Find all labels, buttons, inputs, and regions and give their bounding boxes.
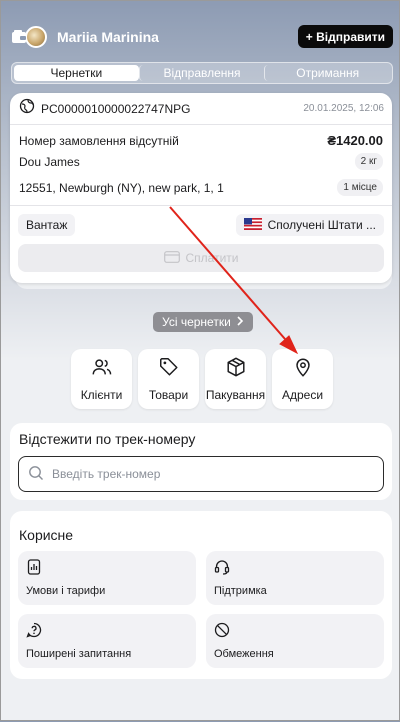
- cargo-type-chip: Вантаж: [18, 214, 76, 236]
- useful-title: Корисне: [19, 527, 74, 543]
- username: Mariia Marinina: [57, 29, 159, 45]
- quick-action-label: Пакування: [205, 388, 266, 402]
- quick-action-products[interactable]: Товари: [138, 349, 199, 409]
- tab-shipments[interactable]: Відправлення: [138, 65, 265, 81]
- all-drafts-label: Усі чернетки: [162, 315, 231, 329]
- tab-bar: Чернетки Відправлення Отримання: [11, 62, 393, 84]
- useful-item-label: Підтримка: [214, 585, 267, 597]
- order-code: PC0000010000022747NPG: [41, 101, 191, 116]
- track-placeholder: Введіть трек-номер: [52, 467, 161, 481]
- quick-action-addresses[interactable]: Адреси: [272, 349, 333, 409]
- pay-button[interactable]: Сплатити: [18, 244, 384, 272]
- order-card-header: PC0000010000022747NPG 20.01.2025, 12:06: [10, 93, 392, 125]
- avatar[interactable]: [25, 26, 47, 48]
- recipient-row: Dou James 2 кг: [19, 153, 383, 170]
- useful-faq[interactable]: Поширені запитання: [18, 614, 196, 668]
- country-label: Сполучені Штати ...: [267, 218, 376, 232]
- quick-action-packaging[interactable]: Пакування: [205, 349, 266, 409]
- weight-badge: 2 кг: [354, 153, 383, 170]
- search-icon: [28, 465, 44, 484]
- divider: [10, 205, 392, 206]
- map-pin-icon: [292, 356, 314, 381]
- track-section: Відстежити по трек-номеру Введіть трек-н…: [10, 423, 392, 500]
- draft-order-card[interactable]: PC0000010000022747NPG 20.01.2025, 12:06 …: [10, 93, 392, 283]
- send-button[interactable]: + Відправити: [297, 25, 393, 48]
- useful-item-label: Поширені запитання: [26, 648, 132, 660]
- users-icon: [91, 356, 113, 381]
- useful-item-label: Умови і тарифи: [26, 585, 106, 597]
- all-drafts-button[interactable]: Усі чернетки: [153, 312, 253, 332]
- useful-section: Корисне Умови і тарифи Підтримка Поширен…: [10, 511, 392, 679]
- order-number-row: Номер замовлення відсутній ₴1420.00: [19, 133, 383, 148]
- useful-support[interactable]: Підтримка: [206, 551, 384, 605]
- tab-drafts[interactable]: Чернетки: [14, 65, 139, 81]
- quick-action-label: Адреси: [281, 388, 324, 402]
- us-flag-icon: [243, 217, 262, 233]
- credit-card-icon: [163, 250, 180, 266]
- track-number-input[interactable]: Введіть трек-номер: [18, 456, 384, 492]
- places-badge: 1 місце: [337, 179, 383, 196]
- country-chip: Сполучені Штати ...: [235, 214, 384, 236]
- useful-item-label: Обмеження: [214, 648, 274, 660]
- header: Mariia Marinina + Відправити: [11, 23, 393, 51]
- chevron-right-icon: [236, 315, 244, 329]
- tag-icon: [158, 356, 180, 381]
- pay-label: Сплатити: [185, 251, 239, 265]
- tab-receiving[interactable]: Отримання: [264, 65, 390, 81]
- recipient-address: 12551, Newburgh (NY), new park, 1, 1: [19, 180, 224, 195]
- order-number: Номер замовлення відсутній: [19, 133, 179, 148]
- wallet-icon[interactable]: [11, 29, 27, 45]
- useful-restrictions[interactable]: Обмеження: [206, 614, 384, 668]
- track-title: Відстежити по трек-номеру: [19, 431, 196, 447]
- useful-terms-tariffs[interactable]: Умови і тарифи: [18, 551, 196, 605]
- recipient-name: Dou James: [19, 154, 80, 169]
- box-icon: [225, 356, 247, 381]
- quick-action-clients[interactable]: Клієнти: [71, 349, 132, 409]
- order-price: ₴1420.00: [327, 133, 383, 148]
- order-date: 20.01.2025, 12:06: [303, 103, 384, 114]
- address-row: 12551, Newburgh (NY), new park, 1, 1 1 м…: [19, 179, 383, 196]
- globe-icon: [19, 98, 35, 119]
- quick-action-label: Клієнти: [80, 388, 123, 402]
- quick-action-label: Товари: [148, 388, 189, 402]
